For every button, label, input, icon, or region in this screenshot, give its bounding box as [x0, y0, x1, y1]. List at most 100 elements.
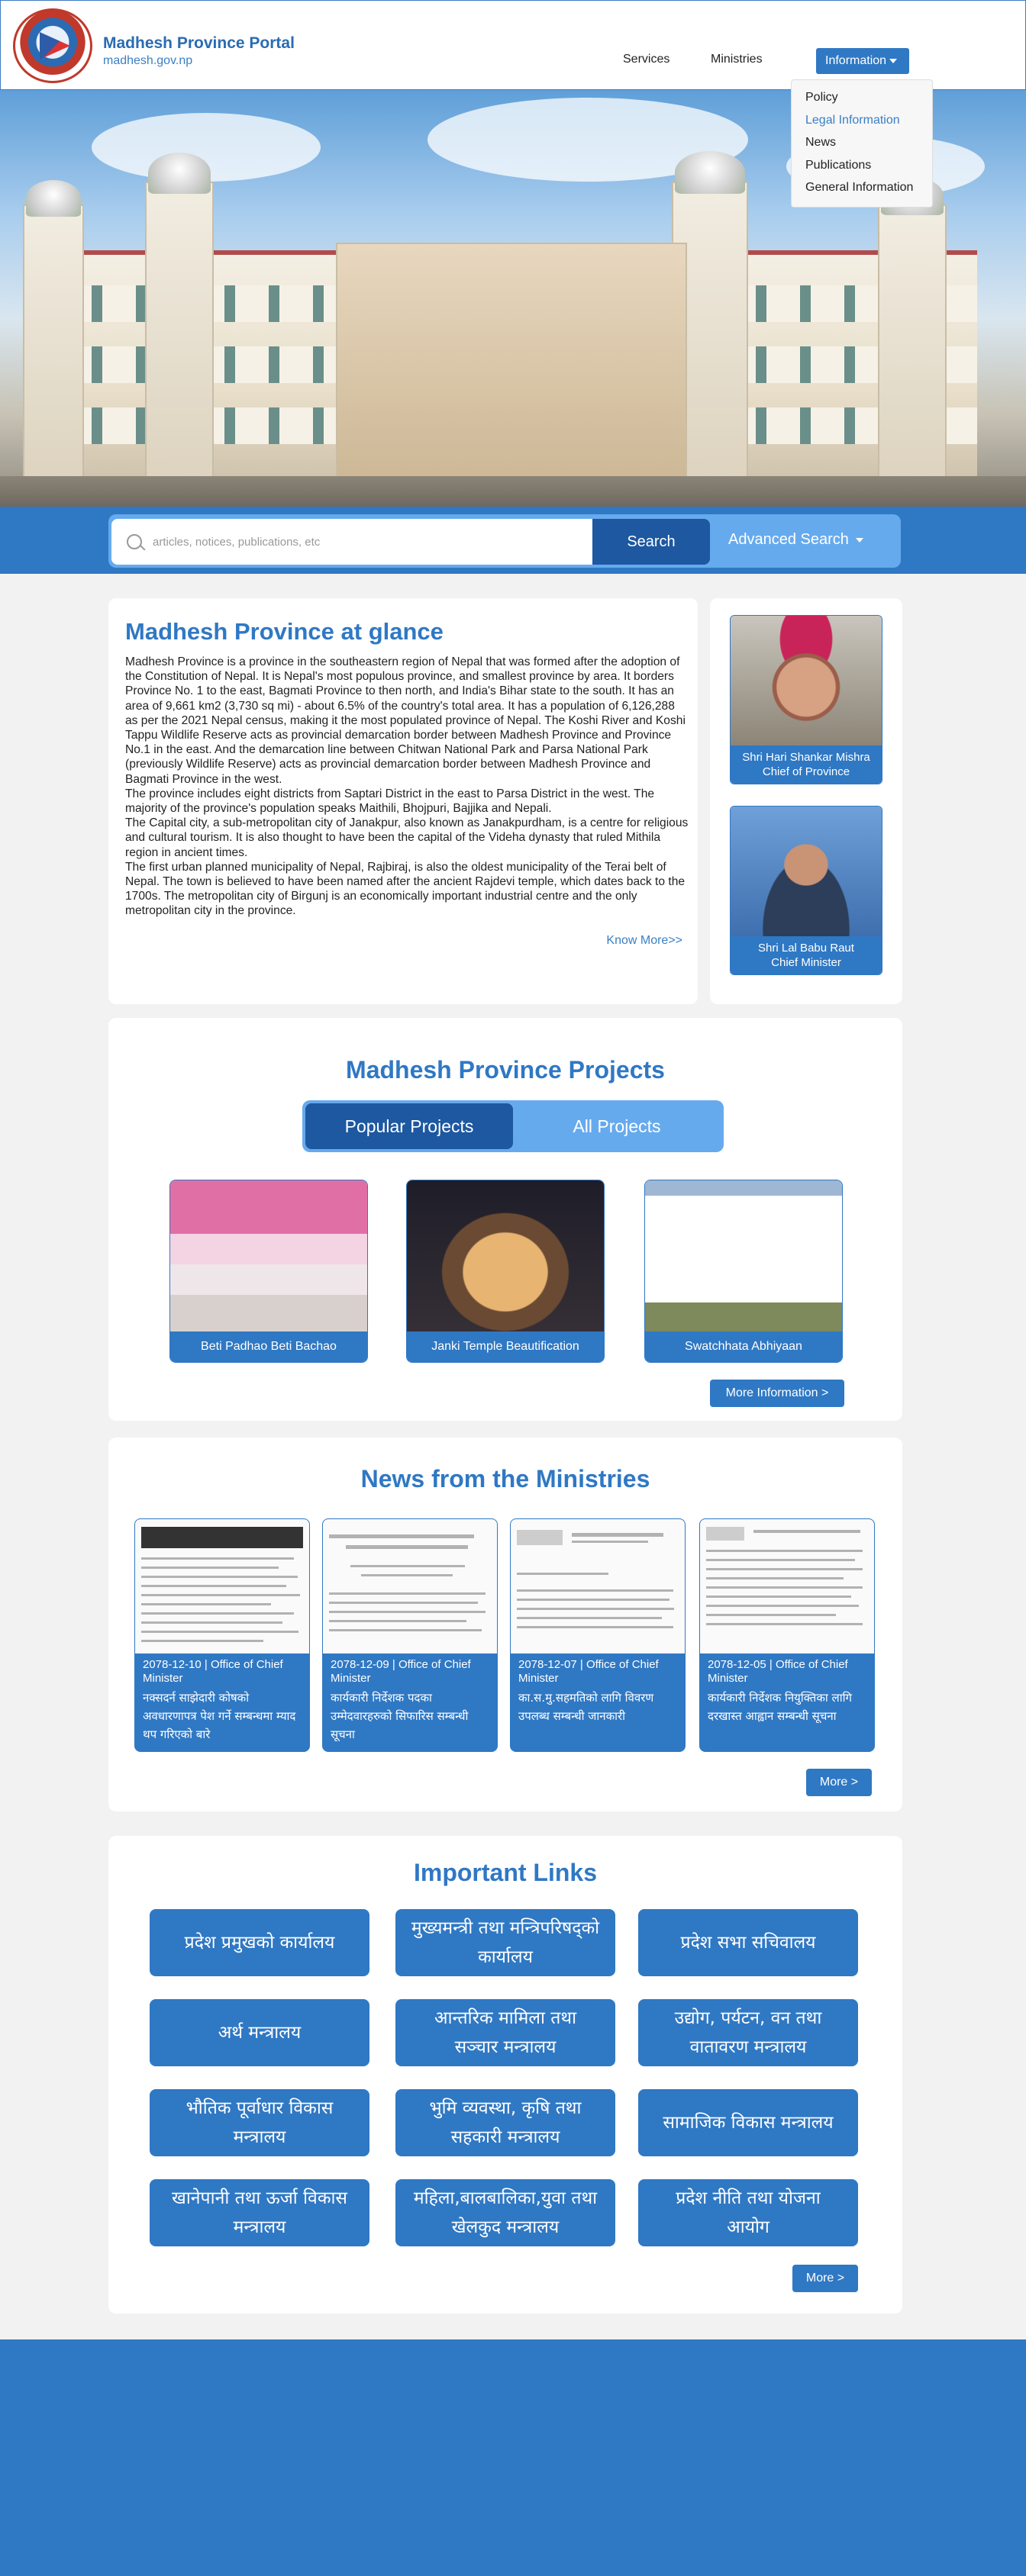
link-water-energy-ministry[interactable]: खानेपानी तथा ऊर्जा विकास मन्त्रालय [150, 2179, 369, 2246]
important-links-card: Important Links प्रदेश प्रमुखको कार्यालय… [108, 1836, 902, 2314]
link-industry-tourism-ministry[interactable]: उद्योग, पर्यटन, वन तथा वातावरण मन्त्रालय [638, 1999, 858, 2066]
projects-title: Madhesh Province Projects [346, 1056, 665, 1084]
link-home-affairs-ministry[interactable]: आन्तरिक मामिला तथा सञ्चार मन्त्रालय [395, 1999, 615, 2066]
leader-card[interactable]: Shri Hari Shankar Mishra Chief of Provinc… [730, 615, 882, 784]
glance-text: Madhesh Province is a province in the so… [125, 655, 690, 919]
links-more-button[interactable]: More > [792, 2265, 858, 2292]
document-line [350, 1565, 465, 1567]
link-social-development-ministry[interactable]: सामाजिक विकास मन्त्रालय [638, 2089, 858, 2156]
project-caption: Janki Temple Beautification [407, 1331, 604, 1362]
document-line [517, 1608, 674, 1610]
document-seal [706, 1527, 744, 1541]
nepal-flag-icon [40, 32, 70, 60]
document-line [141, 1640, 263, 1642]
document-line [141, 1557, 294, 1560]
document-line [141, 1603, 271, 1605]
courtyard-ground [0, 476, 1026, 507]
document-line [346, 1545, 468, 1549]
news-item[interactable]: 2078-12-09 | Office of Chief Minister का… [322, 1518, 498, 1752]
site-header: Madhesh Province Portal madhesh.gov.np S… [0, 0, 1026, 90]
know-more-link[interactable]: Know More>> [606, 934, 682, 948]
search-button[interactable]: Search [592, 519, 710, 565]
province-emblem-logo[interactable] [13, 8, 92, 83]
link-chief-of-province-office[interactable]: प्रदेश प्रमुखको कार्यालय [150, 1909, 369, 1976]
tab-popular-projects[interactable]: Popular Projects [305, 1103, 513, 1149]
link-provincial-assembly-secretariat[interactable]: प्रदेश सभा सचिवालय [638, 1909, 858, 1976]
news-card: News from the Ministries 2078-12-10 | Of… [108, 1438, 902, 1811]
link-finance-ministry[interactable]: अर्थ मन्त्रालय [150, 1999, 369, 2066]
palace-tower [23, 204, 84, 479]
document-line [517, 1573, 608, 1575]
search-box: Search Advanced Search [108, 514, 901, 568]
palace-dome [26, 180, 81, 217]
link-land-agriculture-ministry[interactable]: भुमि व्यवस्था, कृषि तथा सहकारी मन्त्रालय [395, 2089, 615, 2156]
tab-all-projects[interactable]: All Projects [513, 1103, 721, 1149]
document-line [329, 1611, 486, 1613]
more-information-button[interactable]: More Information > [710, 1380, 844, 1407]
document-line [706, 1623, 863, 1625]
document-line [753, 1530, 860, 1533]
site-domain: madhesh.gov.np [103, 54, 193, 67]
document-line [329, 1629, 482, 1631]
document-line [706, 1614, 836, 1616]
document-line [361, 1574, 453, 1576]
project-caption: Swatchhata Abhiyaan [645, 1331, 842, 1362]
document-line [706, 1596, 851, 1598]
dropdown-item-general-information[interactable]: General Information [805, 181, 918, 204]
nav-ministries[interactable]: Ministries [711, 53, 763, 66]
palace-dome [148, 153, 211, 194]
search-input-wrap [111, 519, 597, 565]
link-policy-planning-commission[interactable]: प्रदेश नीति तथा योजना आयोग [638, 2179, 858, 2246]
news-meta: 2078-12-05 | Office of Chief Minister [708, 1658, 848, 1685]
document-line [517, 1589, 673, 1592]
site-title[interactable]: Madhesh Province Portal [103, 34, 295, 53]
projects-card: Madhesh Province Projects Popular Projec… [108, 1018, 902, 1421]
leader-name: Shri Lal Babu Raut [758, 942, 854, 955]
dropdown-item-publications[interactable]: Publications [805, 159, 918, 182]
document-line [706, 1605, 859, 1607]
document-line [141, 1594, 300, 1596]
nav-services[interactable]: Services [623, 53, 669, 66]
leaders-card: Shri Hari Shankar Mishra Chief of Provinc… [710, 598, 902, 1004]
palace-center-block [336, 243, 687, 479]
news-headline: कार्यकारी निर्देशक नियुक्तिका लागि दरखास… [708, 1691, 852, 1723]
news-more-button[interactable]: More > [806, 1769, 872, 1796]
project-image [407, 1180, 604, 1333]
leader-card[interactable]: Shri Lal Babu Raut Chief Minister [730, 806, 882, 975]
glance-paragraph: The first urban planned municipality of … [125, 860, 686, 918]
leader-name: Shri Hari Shankar Mishra [742, 751, 870, 764]
news-item[interactable]: 2078-12-10 | Office of Chief Minister नक… [134, 1518, 310, 1752]
news-headline: नक्सदर्न साझेदारी कोषको अवधारणापत्र पेश … [143, 1691, 296, 1741]
news-item[interactable]: 2078-12-05 | Office of Chief Minister का… [699, 1518, 875, 1752]
glance-card: Madhesh Province at glance Madhesh Provi… [108, 598, 698, 1004]
dropdown-item-legal-information[interactable]: Legal Information [805, 114, 918, 137]
caret-down-icon [889, 58, 898, 63]
dropdown-item-news[interactable]: News [805, 136, 918, 159]
links-title: Important Links [413, 1859, 597, 1886]
advanced-search-toggle[interactable]: Advanced Search [728, 531, 864, 549]
search-input[interactable] [153, 519, 588, 565]
advanced-search-label: Advanced Search [728, 531, 849, 548]
document-line [706, 1577, 844, 1579]
palace-dome [675, 151, 745, 194]
leader-role: Chief of Province [762, 765, 850, 778]
link-chief-minister-office[interactable]: मुख्यमन्त्री तथा मन्त्रिपरिषद्को कार्याल… [395, 1909, 615, 1976]
document-line [517, 1599, 669, 1601]
news-title: News from the Ministries [360, 1465, 650, 1492]
document-line [706, 1568, 863, 1570]
dropdown-item-policy[interactable]: Policy [805, 91, 918, 114]
project-card[interactable]: Swatchhata Abhiyaan [644, 1180, 843, 1363]
search-icon [127, 534, 142, 549]
document-line [141, 1585, 286, 1587]
project-card[interactable]: Beti Padhao Beti Bachao [169, 1180, 368, 1363]
project-card[interactable]: Janki Temple Beautification [406, 1180, 605, 1363]
news-image [700, 1519, 874, 1653]
nav-information-button[interactable]: Information [816, 48, 909, 74]
link-women-children-youth-ministry[interactable]: महिला,बालबालिका,युवा तथा खेलकुद मन्त्राल… [395, 2179, 615, 2246]
link-physical-infrastructure-ministry[interactable]: भौतिक पूर्वाधार विकास मन्त्रालय [150, 2089, 369, 2156]
palace-tower [145, 182, 214, 479]
leader-photo [731, 807, 882, 936]
news-headline: कार्यकारी निर्देशक पदका उम्मेदवारहरुको स… [331, 1691, 469, 1741]
glance-paragraph: The province includes eight districts fr… [125, 787, 655, 816]
news-item[interactable]: 2078-12-07 | Office of Chief Minister का… [510, 1518, 686, 1752]
